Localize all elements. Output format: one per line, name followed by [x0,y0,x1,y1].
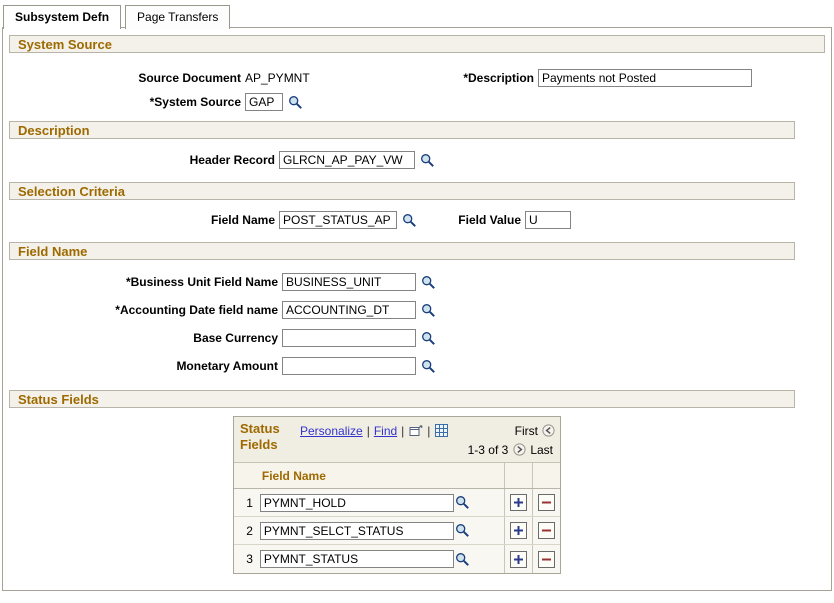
description-label: *Description [434,71,534,85]
lookup-icon[interactable] [455,552,470,567]
table-row: 3 [234,545,560,573]
table-row: 2 [234,517,560,545]
plus-icon [514,555,523,564]
tab-subsystem-defn[interactable]: Subsystem Defn [3,5,121,29]
page: Subsystem Defn Page Transfers System Sou… [0,0,834,603]
grid-header: Status Fields Personalize | Find | | [234,417,560,463]
lookup-icon[interactable] [421,303,436,318]
accounting-date-field-name-input[interactable] [282,301,416,319]
lookup-icon[interactable] [421,275,436,290]
form-row: Field Name Field Value [9,210,825,230]
row-range-label: 1-3 of 3 [468,443,509,457]
add-row-button[interactable] [510,551,527,568]
section-title: System Source [18,37,112,52]
tab-page-transfers[interactable]: Page Transfers [125,5,230,29]
form-row: Monetary Amount [9,352,825,380]
form-row: *Accounting Date field name [9,296,825,324]
lookup-icon[interactable] [421,359,436,374]
status-field-name-input[interactable] [260,550,454,568]
section-header-selection-criteria: Selection Criteria [9,182,795,200]
section-title: Status Fields [18,392,99,407]
field-value-input[interactable] [525,211,571,229]
row-number: 3 [234,545,256,573]
grid-column-header-row: Field Name [234,463,560,489]
system-source-input[interactable] [245,93,283,111]
plus-icon [514,526,523,535]
section-title: Description [18,123,90,138]
header-record-label: Header Record [9,153,275,167]
section-title: Selection Criteria [18,184,125,199]
field-name-column-header: Field Name [256,463,504,488]
add-row-button[interactable] [510,494,527,511]
table-row: 1 [234,489,560,517]
add-row-button[interactable] [510,522,527,539]
minus-icon [542,498,551,507]
grid-title: Status Fields [240,421,300,459]
section-header-system-source: System Source [9,35,825,53]
accounting-date-field-name-label: *Accounting Date field name [9,303,278,317]
section-header-status-fields: Status Fields [9,390,795,408]
previous-row-icon[interactable] [542,424,555,437]
last-label: Last [530,443,553,457]
find-link[interactable]: Find [374,424,397,438]
add-column-header [504,463,532,488]
form-row: Base Currency [9,324,825,352]
delete-row-button[interactable] [538,494,555,511]
row-number: 2 [234,517,256,544]
form-row: *System Source [9,92,825,112]
status-fields-grid: Status Fields Personalize | Find | | [233,416,561,574]
monetary-amount-input[interactable] [282,357,416,375]
description-input[interactable] [538,69,752,87]
minus-icon [542,526,551,535]
next-row-icon[interactable] [513,443,526,456]
lookup-icon[interactable] [421,331,436,346]
source-document-value: AP_PYMNT [245,71,430,85]
row-number-column-header [234,463,256,488]
download-icon[interactable] [435,424,448,437]
plus-icon [514,498,523,507]
separator: | [367,424,370,438]
content-frame: System Source Source Document AP_PYMNT *… [2,27,832,591]
system-source-label: *System Source [9,95,241,109]
business-unit-field-name-label: *Business Unit Field Name [9,275,278,289]
section-header-field-name: Field Name [9,242,795,260]
delete-row-button[interactable] [538,522,555,539]
first-label: First [515,424,538,438]
lookup-icon[interactable] [455,523,470,538]
source-document-label: Source Document [9,71,241,85]
separator: | [401,424,404,438]
lookup-icon[interactable] [288,95,303,110]
lookup-icon[interactable] [420,153,435,168]
tab-label: Subsystem Defn [15,10,109,24]
status-field-name-input[interactable] [260,494,454,512]
personalize-link[interactable]: Personalize [300,424,363,438]
form-row: *Business Unit Field Name [9,268,825,296]
status-field-name-input[interactable] [260,522,454,540]
form-row: Header Record [9,150,825,170]
field-name-input[interactable] [279,211,397,229]
business-unit-field-name-input[interactable] [282,273,416,291]
form-row: Source Document AP_PYMNT *Description [9,68,825,88]
field-value-label: Field Value [421,213,521,227]
separator: | [427,424,430,438]
base-currency-label: Base Currency [9,331,278,345]
delete-column-header [532,463,560,488]
field-name-label: Field Name [9,213,275,227]
section-title: Field Name [18,244,87,259]
section-header-description: Description [9,121,795,139]
monetary-amount-label: Monetary Amount [9,359,278,373]
lookup-icon[interactable] [402,213,417,228]
lookup-icon[interactable] [455,495,470,510]
delete-row-button[interactable] [538,551,555,568]
row-number: 1 [234,489,256,516]
popup-window-icon[interactable] [409,425,423,437]
grid-navigation: Personalize | Find | | First [300,421,555,459]
tab-bar: Subsystem Defn Page Transfers [3,5,230,29]
base-currency-input[interactable] [282,329,416,347]
tab-label: Page Transfers [137,10,218,24]
minus-icon [542,555,551,564]
header-record-input[interactable] [279,151,415,169]
